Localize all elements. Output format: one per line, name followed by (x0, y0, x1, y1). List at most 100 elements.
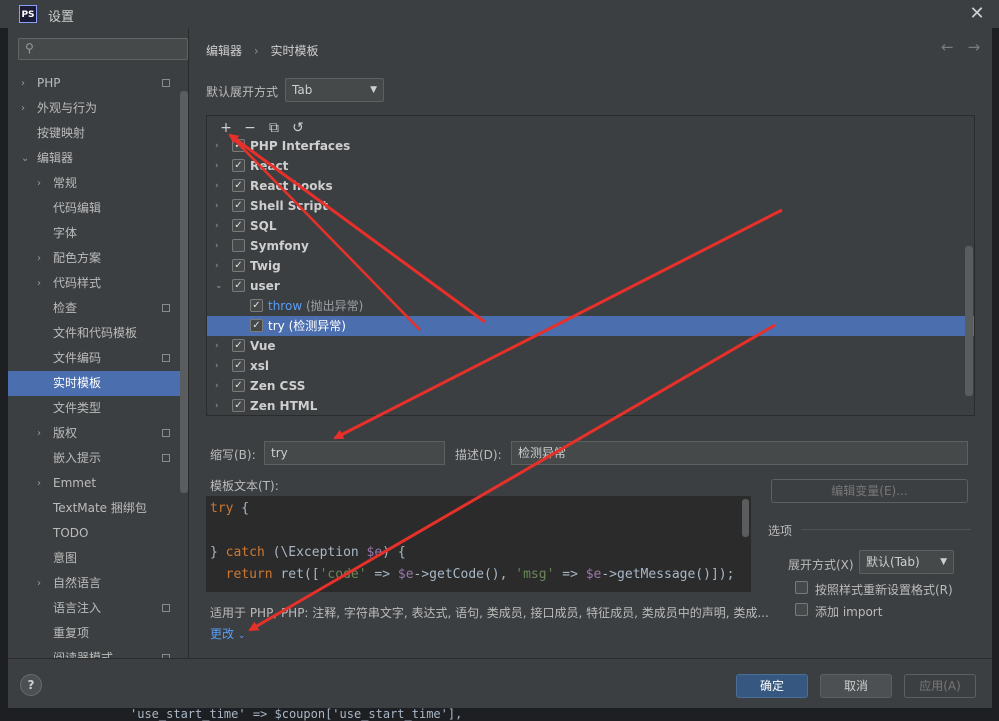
change-contexts-link[interactable]: 更改 ⌄ (210, 625, 245, 642)
chevron-right-icon[interactable]: › (215, 236, 219, 256)
ok-button[interactable]: 确定 (736, 674, 808, 698)
chevron-right-icon[interactable]: › (215, 196, 219, 216)
chevron-right-icon[interactable]: › (37, 271, 41, 296)
group-checkbox[interactable]: ✓ (232, 139, 245, 152)
chevron-right-icon[interactable]: › (215, 336, 219, 356)
cancel-button[interactable]: 取消 (820, 674, 892, 698)
sidebar-item[interactable]: 实时模板 (8, 371, 186, 396)
chevron-right-icon[interactable]: › (37, 246, 41, 271)
group-checkbox[interactable] (232, 239, 245, 252)
template-group-row[interactable]: › ✓ xsl (207, 356, 974, 376)
template-group-row[interactable]: ⌄ ✓ user (207, 276, 974, 296)
chevron-right-icon[interactable]: › (21, 96, 25, 121)
chevron-down-icon[interactable]: ⌄ (21, 146, 29, 171)
editor-scrollbar[interactable] (742, 499, 749, 537)
search-input[interactable]: ⚲ (18, 38, 188, 60)
sidebar-scrollbar[interactable] (180, 91, 188, 493)
sidebar-item[interactable]: TextMate 捆绑包 (8, 496, 186, 521)
template-group-row[interactable]: › Symfony (207, 236, 974, 256)
breadcrumb-editor[interactable]: 编辑器 (206, 44, 242, 58)
chevron-right-icon[interactable]: › (215, 376, 219, 396)
group-checkbox[interactable]: ✓ (232, 339, 245, 352)
apply-button[interactable]: 应用(A) (904, 674, 976, 698)
template-item-row[interactable]: ✓ try (检测异常) (207, 316, 974, 336)
sidebar-item[interactable]: › 常规 (8, 171, 186, 196)
sidebar-item[interactable]: ⌄ 编辑器 (8, 146, 186, 171)
sidebar-item[interactable]: 阅读器模式 (8, 646, 186, 658)
default-expand-select[interactable]: Tab ▼ (285, 78, 384, 102)
chevron-right-icon[interactable]: › (37, 471, 41, 496)
edit-variables-button[interactable]: 编辑变量(E)... (771, 479, 968, 503)
template-item-row[interactable]: ✓ throw (抛出异常) (207, 296, 974, 316)
chevron-right-icon[interactable]: › (215, 176, 219, 196)
group-checkbox[interactable]: ✓ (232, 259, 245, 272)
restore-icon[interactable]: ↺ (286, 120, 310, 136)
chevron-down-icon[interactable]: ⌄ (215, 276, 223, 296)
group-checkbox[interactable]: ✓ (232, 159, 245, 172)
remove-icon[interactable]: − (238, 120, 262, 136)
template-text-editor[interactable]: try { } catch (\Exception $e) { return r… (206, 496, 751, 592)
template-group-row[interactable]: › ✓ React (207, 156, 974, 176)
templates-scrollbar[interactable] (965, 246, 973, 396)
sidebar-item[interactable]: 字体 (8, 221, 186, 246)
template-checkbox[interactable]: ✓ (250, 319, 263, 332)
add-icon[interactable]: + (214, 120, 238, 136)
sidebar-item[interactable]: 语言注入 (8, 596, 186, 621)
group-checkbox[interactable]: ✓ (232, 279, 245, 292)
sidebar-item[interactable]: › 配色方案 (8, 246, 186, 271)
chevron-right-icon[interactable]: › (37, 571, 41, 596)
sidebar-item[interactable]: TODO (8, 521, 186, 546)
copy-icon[interactable]: ⧉ (262, 120, 286, 136)
chevron-right-icon[interactable]: › (21, 71, 25, 96)
template-checkbox[interactable]: ✓ (250, 299, 263, 312)
template-group-row[interactable]: › ✓ Shell Script (207, 196, 974, 216)
chevron-right-icon[interactable]: › (215, 356, 219, 376)
sidebar-item[interactable]: › Emmet (8, 471, 186, 496)
sidebar-item[interactable]: 文件类型 (8, 396, 186, 421)
chevron-right-icon[interactable]: › (215, 256, 219, 276)
group-checkbox[interactable]: ✓ (232, 219, 245, 232)
sidebar-item[interactable]: 代码编辑 (8, 196, 186, 221)
close-icon[interactable]: ✕ (968, 3, 986, 24)
group-checkbox[interactable]: ✓ (232, 359, 245, 372)
sidebar-item[interactable]: › 外观与行为 (8, 96, 186, 121)
template-group-row[interactable]: › ✓ PHP Interfaces (207, 136, 974, 156)
chevron-right-icon[interactable]: › (37, 421, 41, 446)
sidebar-item[interactable]: › 代码样式 (8, 271, 186, 296)
sidebar-item[interactable]: 嵌入提示 (8, 446, 186, 471)
sidebar-item[interactable]: 重复项 (8, 621, 186, 646)
template-group-row[interactable]: › ✓ Zen HTML (207, 396, 974, 415)
chevron-right-icon[interactable]: › (215, 396, 219, 415)
sidebar-item[interactable]: 意图 (8, 546, 186, 571)
back-arrow-icon[interactable]: ← (941, 38, 954, 56)
nav-arrows: ← → (941, 38, 994, 56)
sidebar-item[interactable]: › 自然语言 (8, 571, 186, 596)
template-group-row[interactable]: › ✓ Vue (207, 336, 974, 356)
chevron-right-icon[interactable]: › (215, 136, 219, 156)
sidebar-item[interactable]: › 版权 (8, 421, 186, 446)
group-checkbox[interactable]: ✓ (232, 399, 245, 412)
forward-arrow-icon[interactable]: → (968, 38, 981, 56)
add-import-checkbox[interactable] (795, 603, 808, 616)
reformat-checkbox[interactable] (795, 581, 808, 594)
sidebar-item[interactable]: 文件编码 (8, 346, 186, 371)
chevron-right-icon[interactable]: › (37, 171, 41, 196)
chevron-right-icon[interactable]: › (215, 156, 219, 176)
abbreviation-input[interactable]: try (264, 441, 445, 465)
template-group-row[interactable]: › ✓ SQL (207, 216, 974, 236)
group-checkbox[interactable]: ✓ (232, 379, 245, 392)
expand-with-select[interactable]: 默认(Tab) ▼ (859, 550, 954, 574)
group-checkbox[interactable]: ✓ (232, 179, 245, 192)
chevron-right-icon[interactable]: › (215, 216, 219, 236)
sidebar-item[interactable]: › PHP (8, 71, 186, 96)
sidebar-item[interactable]: 文件和代码模板 (8, 321, 186, 346)
template-group-row[interactable]: › ✓ Twig (207, 256, 974, 276)
group-checkbox[interactable]: ✓ (232, 199, 245, 212)
sidebar-item[interactable]: 按键映射 (8, 121, 186, 146)
template-group-row[interactable]: › ✓ React hooks (207, 176, 974, 196)
help-icon[interactable]: ? (20, 674, 42, 696)
description-input[interactable]: 检测异常 (511, 441, 968, 465)
template-group-row[interactable]: › ✓ Zen CSS (207, 376, 974, 396)
sidebar-item[interactable]: 检查 (8, 296, 186, 321)
sidebar-item-label: 编辑器 (37, 151, 74, 165)
